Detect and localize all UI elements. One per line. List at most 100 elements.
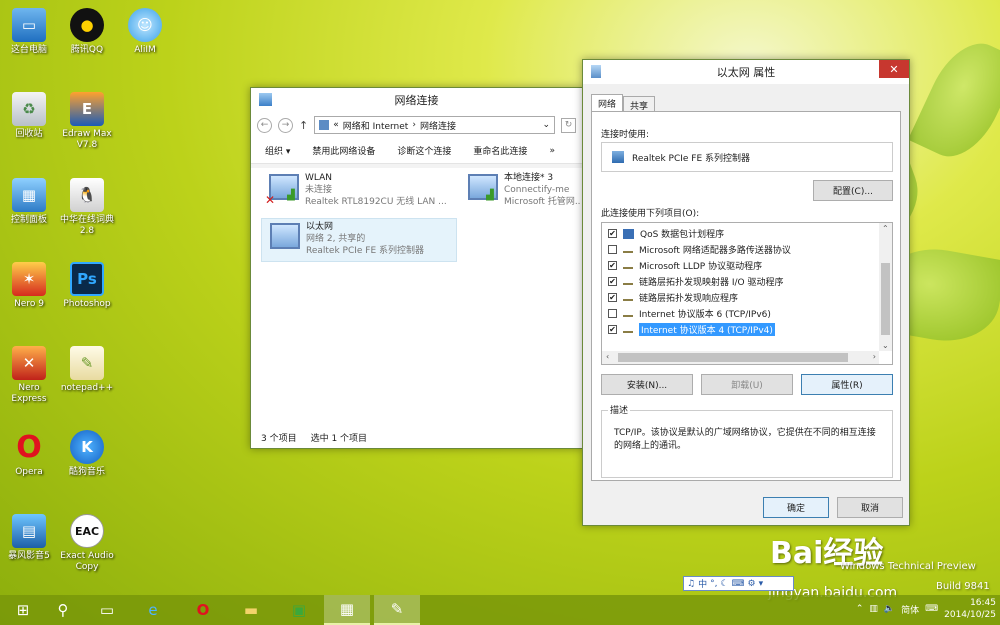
search-icon[interactable]: ⚲ [40, 595, 86, 625]
refresh-icon[interactable]: ↻ [561, 117, 576, 133]
checkbox[interactable]: ✔ [608, 261, 617, 270]
desktop-icon-opera[interactable]: O Opera [0, 430, 58, 478]
connection-device: Microsoft 托管网... [504, 197, 580, 207]
nero-express-icon: ✕ [12, 346, 46, 380]
more-commands-button[interactable]: » [549, 146, 555, 156]
desktop-icon-aliim[interactable]: ☺ AliIM [116, 8, 174, 56]
connection-status: 网络 2, 共享的 [306, 234, 366, 244]
install-button[interactable]: 安装(N)... [601, 374, 693, 395]
file-explorer-icon[interactable]: ▬ [228, 595, 274, 625]
input-language[interactable]: 简体 [901, 603, 919, 616]
desktop-icon-nero[interactable]: ✶ Nero 9 [0, 262, 58, 310]
desktop-icon-nero-express[interactable]: ✕ Nero Express [0, 346, 58, 405]
desktop-icon-this-pc[interactable]: ▭ 这台电脑 [0, 8, 58, 56]
desktop-icon-qq[interactable]: ● 腾讯QQ [58, 8, 116, 56]
desktop-icon-label: Nero 9 [14, 299, 44, 309]
list-item-label: Microsoft LLDP 协议驱动程序 [639, 262, 763, 272]
moon-icon[interactable]: ☾ [720, 579, 728, 589]
task-view-icon[interactable]: ▭ [84, 595, 130, 625]
desktop-icon-edraw[interactable]: E Edraw Max V7.8 [58, 92, 116, 151]
paint-icon[interactable]: ✎ [374, 595, 420, 625]
horizontal-scrollbar[interactable]: ‹ › [602, 351, 879, 364]
ime-mode[interactable]: 中 [698, 577, 707, 590]
settings-icon[interactable]: ⚙ [748, 579, 756, 589]
clock[interactable]: 16:45 2014/10/25 [944, 597, 996, 621]
list-item-lldp[interactable]: ✔ Microsoft LLDP 协议驱动程序 [608, 258, 762, 273]
chevron-down-icon[interactable]: ⌄ [542, 120, 550, 130]
up-arrow-icon[interactable]: ↑ [299, 119, 308, 132]
back-icon[interactable]: ← [257, 117, 272, 133]
network-adapter-icon [612, 151, 624, 163]
checkbox[interactable]: ✔ [608, 277, 617, 286]
desktop-icon-control-panel[interactable]: ▦ 控制面板 [0, 178, 58, 226]
clock-time: 16:45 [970, 598, 996, 608]
protocol-icon [623, 279, 633, 285]
desktop-icon-label: Photoshop [63, 299, 111, 309]
desktop-icon-recycle-bin[interactable]: ♻ 回收站 [0, 92, 58, 140]
soft-keyboard-icon[interactable]: ⌨ [732, 579, 745, 589]
checkbox[interactable] [608, 309, 617, 318]
network-window-titlebar[interactable]: 网络连接 [251, 88, 582, 112]
breadcrumb-separator: › [412, 120, 416, 130]
breadcrumb-overflow[interactable]: « [333, 120, 339, 130]
list-item-lltd-responder[interactable]: ✔ 链路层拓扑发现响应程序 [608, 290, 738, 305]
desktop-icon-dictionary[interactable]: 🐧 中华在线词典2.8 [58, 178, 116, 237]
connection-item-local-3[interactable]: ▟ 本地连接* 3 Connectify-me Microsoft 托管网... [460, 170, 584, 214]
close-button[interactable]: ✕ [879, 60, 909, 78]
connection-item-wlan[interactable]: ✕ ▟ WLAN 未连接 Realtek RTL8192CU 无线 LAN ..… [261, 170, 457, 214]
chevron-up-icon[interactable]: ⌃ [856, 604, 864, 614]
list-item-multiplexor[interactable]: Microsoft 网络适配器多路传送器协议 [608, 242, 791, 257]
desktop-icon-kugou[interactable]: K 酷狗音乐 [58, 430, 116, 478]
network-control-icon[interactable]: ▦ [324, 595, 370, 625]
desktop-icon-eac[interactable]: EAC Exact Audio Copy [58, 514, 116, 573]
desktop-icon-notepad[interactable]: ✎ notepad++ [58, 346, 116, 394]
qos-icon [623, 228, 634, 239]
opera-icon[interactable]: O [180, 595, 226, 625]
scroll-thumb[interactable] [881, 263, 890, 335]
ime-toolbar[interactable]: ♫ 中 °, ☾ ⌨ ⚙ ▾ [683, 576, 794, 591]
diagnose-button[interactable]: 诊断这个连接 [397, 144, 451, 157]
network-folder-icon [319, 120, 330, 130]
computer-icon: ▭ [12, 8, 46, 42]
list-item-ipv4[interactable]: ✔ Internet 协议版本 4 (TCP/IPv4) [608, 322, 775, 337]
rename-button[interactable]: 重命名此连接 [473, 144, 527, 157]
store-icon[interactable]: ▣ [276, 595, 322, 625]
ok-button[interactable]: 确定 [763, 497, 829, 518]
connection-item-ethernet[interactable]: 以太网 网络 2, 共享的 Realtek PCIe FE 系列控制器 [261, 218, 457, 262]
disable-device-button[interactable]: 禁用此网络设备 [312, 144, 375, 157]
configure-button[interactable]: 配置(C)... [813, 180, 893, 201]
chevron-down-icon[interactable]: ▾ [759, 579, 764, 589]
ie-icon[interactable]: e [130, 595, 176, 625]
forward-icon[interactable]: → [278, 117, 293, 133]
vertical-scrollbar[interactable]: ⌃ ⌄ [879, 223, 892, 351]
scroll-left-icon[interactable]: ‹ [606, 352, 609, 361]
keyboard-icon[interactable]: ⌨ [925, 604, 938, 614]
properties-button[interactable]: 属性(R) [801, 374, 893, 395]
scroll-right-icon[interactable]: › [873, 352, 876, 361]
dictionary-icon: 🐧 [70, 178, 104, 212]
scroll-thumb[interactable] [618, 353, 848, 362]
breadcrumb-network-internet[interactable]: 网络和 Internet [343, 119, 409, 132]
desktop-icon-photoshop[interactable]: Ps Photoshop [58, 262, 116, 310]
list-item-lltd-mapper[interactable]: ✔ 链路层拓扑发现映射器 I/O 驱动程序 [608, 274, 784, 289]
cancel-button[interactable]: 取消 [837, 497, 903, 518]
checkbox[interactable]: ✔ [608, 229, 617, 238]
description-text: TCP/IP。该协议是默认的广域网络协议，它提供在不同的相互连接的网络上的通讯。 [614, 428, 876, 451]
list-item-ipv6[interactable]: Internet 协议版本 6 (TCP/IPv6) [608, 306, 771, 321]
properties-titlebar[interactable]: 以太网 属性 ✕ [583, 60, 909, 84]
scroll-up-icon[interactable]: ⌃ [882, 224, 889, 233]
checkbox[interactable]: ✔ [608, 325, 617, 334]
checkbox[interactable] [608, 245, 617, 254]
breadcrumb-network-connections[interactable]: 网络连接 [420, 119, 456, 132]
checkbox[interactable]: ✔ [608, 293, 617, 302]
network-tray-icon[interactable]: ▥ [869, 604, 878, 614]
scroll-down-icon[interactable]: ⌄ [882, 341, 889, 350]
organize-button[interactable]: 组织 ▾ [265, 144, 290, 157]
address-bar[interactable]: « 网络和 Internet › 网络连接 ⌄ [314, 116, 555, 134]
qq-icon: ● [70, 8, 104, 42]
control-panel-icon: ▦ [12, 178, 46, 212]
volume-icon[interactable]: 🔈 [884, 604, 895, 614]
desktop-icon-baofeng[interactable]: ▤ 暴风影音5 [0, 514, 58, 562]
punctuation-icon[interactable]: °, [710, 579, 717, 589]
list-item-qos[interactable]: ✔ QoS 数据包计划程序 [608, 226, 724, 241]
